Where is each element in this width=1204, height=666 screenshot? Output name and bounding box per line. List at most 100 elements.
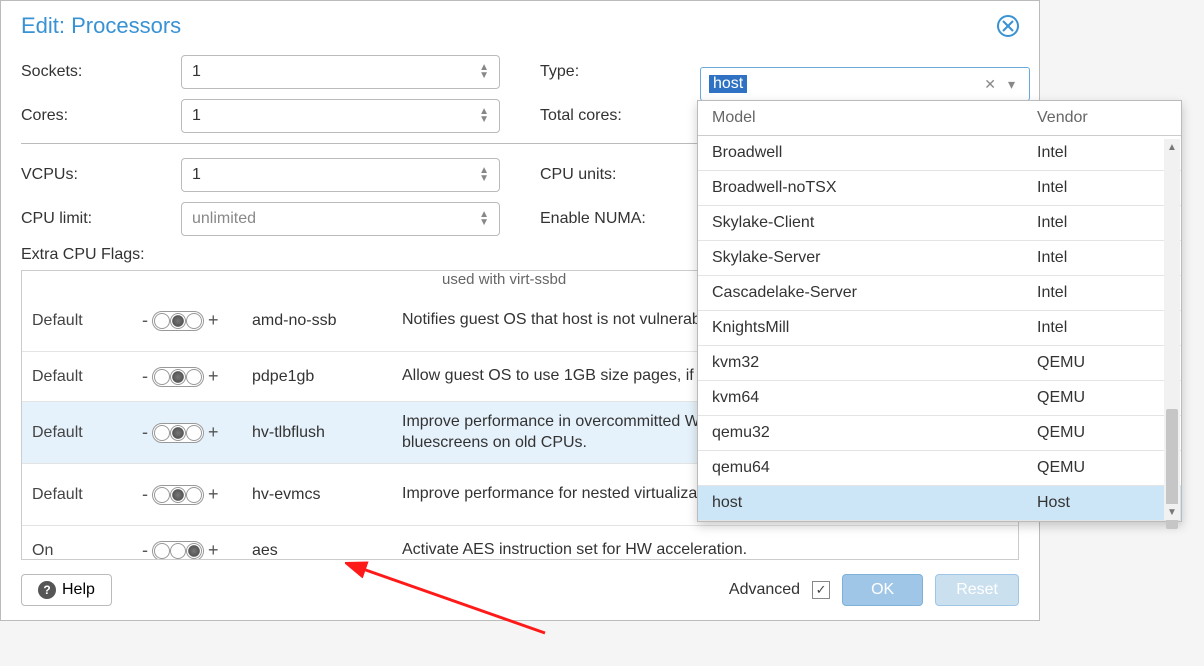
dropdown-model: host [712, 494, 1037, 512]
dropdown-vendor: QEMU [1037, 389, 1167, 407]
scroll-up-icon[interactable]: ▲ [1164, 139, 1180, 155]
tristate-on[interactable] [186, 313, 202, 329]
dropdown-header: Model Vendor [698, 101, 1181, 136]
tristate-off[interactable] [154, 369, 170, 385]
dropdown-item[interactable]: KnightsMillIntel [698, 311, 1181, 346]
tristate-on[interactable] [186, 543, 202, 559]
chevron-down-icon[interactable]: ▾ [1002, 76, 1021, 93]
flag-tristate[interactable]: -+ [142, 422, 252, 443]
flag-name: hv-tlbflush [252, 424, 402, 442]
plus-icon[interactable]: + [208, 366, 219, 387]
tristate-off[interactable] [154, 313, 170, 329]
header-model: Model [712, 109, 1037, 127]
dropdown-scrollbar[interactable]: ▲ ▼ [1164, 139, 1180, 520]
dropdown-item[interactable]: hostHost [698, 486, 1181, 521]
type-dropdown: Model Vendor BroadwellIntelBroadwell-noT… [697, 100, 1182, 522]
tristate-default[interactable] [170, 313, 186, 329]
plus-icon[interactable]: + [208, 484, 219, 505]
minus-icon[interactable]: - [142, 540, 148, 559]
flag-tristate[interactable]: -+ [142, 540, 252, 559]
dropdown-model: qemu64 [712, 459, 1037, 477]
clear-icon[interactable]: ✕ [978, 76, 1002, 93]
tristate-default[interactable] [170, 487, 186, 503]
sockets-label: Sockets: [21, 63, 181, 81]
dropdown-vendor: Host [1037, 494, 1167, 512]
flag-name: hv-evmcs [252, 486, 402, 504]
dropdown-item[interactable]: BroadwellIntel [698, 136, 1181, 171]
ok-label: OK [871, 581, 894, 599]
tristate-default[interactable] [170, 425, 186, 441]
tristate-off[interactable] [154, 487, 170, 503]
spinner-arrows-icon[interactable]: ▲▼ [479, 108, 489, 124]
dropdown-model: Broadwell [712, 144, 1037, 162]
cores-label: Cores: [21, 107, 181, 125]
dropdown-item[interactable]: kvm64QEMU [698, 381, 1181, 416]
tristate-on[interactable] [186, 425, 202, 441]
flag-state: Default [32, 424, 142, 442]
cpu-limit-label: CPU limit: [21, 210, 181, 228]
dropdown-model: Skylake-Client [712, 214, 1037, 232]
help-label: Help [62, 581, 95, 599]
dropdown-vendor: Intel [1037, 319, 1167, 337]
vcpus-value: 1 [192, 166, 479, 184]
dialog-footer: ? Help Advanced ✓ OK Reset [1, 560, 1039, 620]
dropdown-item[interactable]: Broadwell-noTSXIntel [698, 171, 1181, 206]
ok-button[interactable]: OK [842, 574, 923, 606]
vcpus-input[interactable]: 1 ▲▼ [181, 158, 500, 192]
dropdown-model: Skylake-Server [712, 249, 1037, 267]
spinner-arrows-icon[interactable]: ▲▼ [479, 211, 489, 227]
minus-icon[interactable]: - [142, 366, 148, 387]
tristate-on[interactable] [186, 369, 202, 385]
minus-icon[interactable]: - [142, 484, 148, 505]
type-label: Type: [540, 63, 700, 81]
dropdown-item[interactable]: Cascadelake-ServerIntel [698, 276, 1181, 311]
dropdown-model: KnightsMill [712, 319, 1037, 337]
dropdown-vendor: Intel [1037, 144, 1167, 162]
enable-numa-label: Enable NUMA: [540, 210, 700, 228]
dropdown-item[interactable]: Skylake-ClientIntel [698, 206, 1181, 241]
tristate-on[interactable] [186, 487, 202, 503]
dropdown-item[interactable]: qemu64QEMU [698, 451, 1181, 486]
type-combo[interactable]: host ✕ ▾ [700, 67, 1030, 101]
minus-icon[interactable]: - [142, 310, 148, 331]
tristate-default[interactable] [170, 369, 186, 385]
dropdown-model: kvm64 [712, 389, 1037, 407]
flag-tristate[interactable]: -+ [142, 484, 252, 505]
flag-row[interactable]: On-+aesActivate AES instruction set for … [22, 526, 1018, 559]
tristate-default[interactable] [170, 543, 186, 559]
reset-button[interactable]: Reset [935, 574, 1019, 606]
dropdown-vendor: Intel [1037, 284, 1167, 302]
dropdown-vendor: Intel [1037, 249, 1167, 267]
minus-icon[interactable]: - [142, 422, 148, 443]
dropdown-model: Cascadelake-Server [712, 284, 1037, 302]
spinner-arrows-icon[interactable]: ▲▼ [479, 167, 489, 183]
sockets-input[interactable]: 1 ▲▼ [181, 55, 500, 89]
dropdown-vendor: Intel [1037, 214, 1167, 232]
flag-state: Default [32, 486, 142, 504]
dropdown-item[interactable]: kvm32QEMU [698, 346, 1181, 381]
advanced-checkbox[interactable]: ✓ [812, 581, 830, 599]
help-button[interactable]: ? Help [21, 574, 112, 606]
flag-tristate[interactable]: -+ [142, 366, 252, 387]
dropdown-model: Broadwell-noTSX [712, 179, 1037, 197]
close-icon[interactable] [997, 15, 1019, 37]
dropdown-item[interactable]: Skylake-ServerIntel [698, 241, 1181, 276]
dropdown-vendor: Intel [1037, 179, 1167, 197]
flag-name: pdpe1gb [252, 368, 402, 386]
total-cores-label: Total cores: [540, 107, 700, 125]
tristate-off[interactable] [154, 425, 170, 441]
dropdown-item[interactable]: qemu32QEMU [698, 416, 1181, 451]
flag-tristate[interactable]: -+ [142, 310, 252, 331]
dropdown-model: kvm32 [712, 354, 1037, 372]
spinner-arrows-icon[interactable]: ▲▼ [479, 64, 489, 80]
plus-icon[interactable]: + [208, 310, 219, 331]
tristate-off[interactable] [154, 543, 170, 559]
scroll-down-icon[interactable]: ▼ [1164, 504, 1180, 520]
cores-input[interactable]: 1 ▲▼ [181, 99, 500, 133]
cpu-units-label: CPU units: [540, 166, 700, 184]
plus-icon[interactable]: + [208, 540, 219, 559]
cpu-limit-input[interactable]: unlimited ▲▼ [181, 202, 500, 236]
plus-icon[interactable]: + [208, 422, 219, 443]
dropdown-vendor: QEMU [1037, 424, 1167, 442]
flag-description: Activate AES instruction set for HW acce… [402, 540, 1008, 559]
